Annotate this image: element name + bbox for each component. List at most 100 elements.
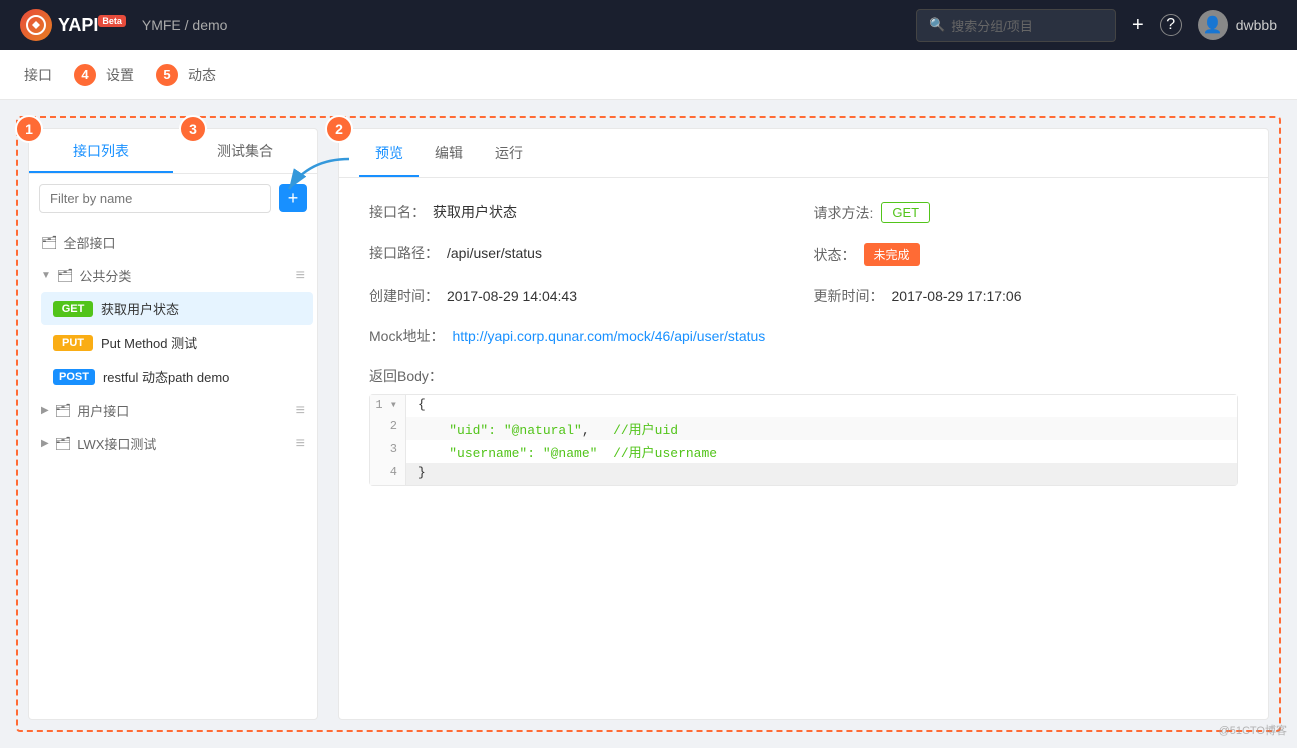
api-list: 🗂 全部接口 ▼ 🗂 公共分类 ≡ GE: [29, 223, 317, 465]
logo-icon: [20, 9, 52, 41]
api-name-1: Put Method 测试: [101, 333, 197, 352]
group-user-label: 用户接口: [77, 401, 129, 420]
api-name-2: restful 动态path demo: [103, 367, 229, 386]
group-public: ▼ 🗂 公共分类 ≡ GET 获取用户状态 PUT Put: [29, 260, 317, 393]
add-api-button[interactable]: +: [279, 184, 307, 212]
left-panel-tabs: 接口列表 测试集合: [29, 129, 317, 174]
header: YAPIBeta YMFE / demo 🔍 搜索分组/项目 + ? 👤 dwb…: [0, 0, 1297, 50]
create-time-label: 创建时间：: [369, 286, 439, 306]
nav-badge-4: 4: [72, 62, 98, 88]
update-time-value: 2017-08-29 17:17:06: [892, 288, 1022, 304]
main-content: 1 3 接口列表 测试集合 + 🗂 全部接口: [0, 100, 1297, 748]
nav-item-jiekou[interactable]: 接口: [20, 50, 56, 100]
code-line-2: 2 "uid": "@natural", //用户uid: [370, 417, 1237, 440]
watermark: @51CTO博客: [1219, 722, 1287, 738]
update-time-field: 更新时间： 2017-08-29 17:17:06: [814, 286, 1239, 306]
search-box[interactable]: 🔍 搜索分组/项目: [916, 9, 1116, 42]
panel-badge-2: 2: [325, 115, 353, 143]
line-num-2: 2: [370, 417, 406, 440]
right-tabs: 预览 编辑 运行: [339, 129, 1268, 178]
tab-interface-list[interactable]: 接口列表: [29, 129, 173, 173]
folder-icon-public: 🗂: [57, 268, 74, 284]
line-content-4: }: [406, 463, 1237, 485]
header-icons: + ?: [1132, 14, 1182, 37]
api-name-label: 接口名：: [369, 202, 425, 222]
nav-item-shezhi[interactable]: 4 设置: [86, 50, 138, 100]
panel-badge-3: 3: [179, 115, 207, 143]
create-time-field: 创建时间： 2017-08-29 14:04:43: [369, 286, 794, 306]
method-label: 请求方法:: [814, 203, 874, 223]
breadcrumb: YMFE / demo: [142, 17, 228, 33]
filter-area: +: [29, 174, 317, 223]
method-badge-post: POST: [53, 369, 95, 385]
avatar: 👤: [1198, 10, 1228, 40]
line-content-2: "uid": "@natural", //用户uid: [406, 417, 1237, 440]
path-field: 接口路径： /api/user/status: [369, 243, 794, 263]
line-num-3: 3: [370, 440, 406, 463]
update-time-label: 更新时间：: [814, 286, 884, 306]
method-badge-get: GET: [53, 301, 93, 317]
group-lwx-header[interactable]: ▶ 🗂 LWX接口测试 ≡: [29, 428, 317, 459]
status-field: 状态： 未完成: [814, 243, 1239, 266]
line-content-3: "username": "@name" //用户username: [406, 440, 1237, 463]
nav-badge-5: 5: [154, 62, 180, 88]
api-item-0[interactable]: GET 获取用户状态: [41, 292, 313, 325]
collapse-arrow-lwx: ▶: [41, 438, 49, 449]
path-label: 接口路径：: [369, 243, 439, 263]
collapse-arrow-user: ▶: [41, 405, 49, 416]
menu-icon-public[interactable]: ≡: [296, 267, 305, 285]
tab-run[interactable]: 运行: [479, 129, 539, 177]
code-line-4: 4 }: [370, 463, 1237, 485]
avatar-area: 👤 dwbbb: [1198, 10, 1277, 40]
api-name-0: 获取用户状态: [101, 299, 179, 318]
code-line-1: 1 ▾ {: [370, 395, 1237, 417]
detail-row-4: Mock地址： http://yapi.corp.qunar.com/mock/…: [369, 326, 1238, 346]
detail-row-3: 创建时间： 2017-08-29 14:04:43 更新时间： 2017-08-…: [369, 286, 1238, 306]
return-body-section: 返回Body： 1 ▾ { 2 "uid": "@natural", //用户u…: [369, 366, 1238, 486]
group-lwx-label: LWX接口测试: [77, 434, 156, 453]
detail-row-2: 接口路径： /api/user/status 状态： 未完成: [369, 243, 1238, 266]
method-badge-put: PUT: [53, 335, 93, 351]
status-label: 状态：: [814, 245, 856, 265]
method-field: 请求方法: GET: [814, 202, 1239, 223]
create-time-value: 2017-08-29 14:04:43: [447, 288, 577, 304]
line-num-4: 4: [370, 463, 406, 485]
api-items-public: GET 获取用户状态 PUT Put Method 测试 POST restfu…: [29, 292, 317, 393]
status-badge: 未完成: [864, 243, 920, 266]
mock-label: Mock地址：: [369, 326, 444, 346]
group-lwx: ▶ 🗂 LWX接口测试 ≡: [29, 428, 317, 459]
api-item-2[interactable]: POST restful 动态path demo: [41, 360, 313, 393]
api-name-value: 获取用户状态: [433, 202, 517, 222]
group-user-header[interactable]: ▶ 🗂 用户接口 ≡: [29, 395, 317, 426]
path-value: /api/user/status: [447, 245, 542, 261]
group-public-header[interactable]: ▼ 🗂 公共分类 ≡: [29, 260, 317, 291]
all-apis-item[interactable]: 🗂 全部接口: [29, 227, 317, 258]
code-line-3: 3 "username": "@name" //用户username: [370, 440, 1237, 463]
nav-bar: 接口 4 设置 5 动态: [0, 50, 1297, 100]
line-content-1: {: [406, 395, 1237, 417]
username: dwbbb: [1236, 17, 1277, 33]
dashed-outer: 1 3 接口列表 测试集合 + 🗂 全部接口: [16, 116, 1281, 732]
folder-icon-lwx: 🗂: [55, 436, 72, 452]
group-public-label: 公共分类: [79, 266, 131, 285]
logo-area: YAPIBeta: [20, 9, 126, 41]
menu-icon-user[interactable]: ≡: [296, 402, 305, 420]
api-item-1[interactable]: PUT Put Method 测试: [41, 326, 313, 359]
nav-item-dongtai[interactable]: 5 动态: [168, 50, 220, 100]
help-icon[interactable]: ?: [1160, 14, 1182, 36]
line-num-1: 1 ▾: [370, 395, 406, 417]
logo-text: YAPIBeta: [58, 15, 126, 36]
tab-edit[interactable]: 编辑: [419, 129, 479, 177]
filter-input[interactable]: [39, 184, 271, 213]
menu-icon-lwx[interactable]: ≡: [296, 435, 305, 453]
code-block: 1 ▾ { 2 "uid": "@natural", //用户uid 3 "us…: [369, 394, 1238, 486]
detail-row-1: 接口名： 获取用户状态 请求方法: GET: [369, 202, 1238, 223]
detail-content: 接口名： 获取用户状态 请求方法: GET 接口路径： /api/user/st…: [339, 178, 1268, 510]
beta-badge: Beta: [98, 15, 126, 27]
right-panel: 2 预览 编辑 运行 接口名：: [338, 128, 1269, 720]
folder-icon-user: 🗂: [55, 403, 72, 419]
tab-preview[interactable]: 预览: [359, 129, 419, 177]
collapse-arrow: ▼: [41, 270, 51, 281]
add-icon[interactable]: +: [1132, 14, 1144, 37]
mock-value[interactable]: http://yapi.corp.qunar.com/mock/46/api/u…: [452, 328, 765, 344]
